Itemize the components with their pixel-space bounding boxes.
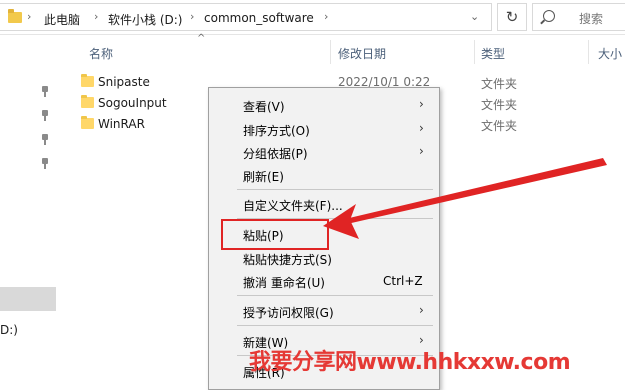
folder-icon [81,74,94,87]
nav-selected-item[interactable] [0,287,56,311]
menu-item-undo-rename[interactable]: 撤消 重命名(U) Ctrl+Z [209,270,439,292]
file-name: Snipaste [98,75,150,89]
refresh-button[interactable]: ↻ [497,3,527,31]
file-name: WinRAR [98,117,145,131]
menu-separator [237,189,433,190]
file-type: 文件夹 [481,77,518,91]
breadcrumb-this-pc[interactable]: 此电脑 [44,11,80,28]
column-header-date[interactable]: 修改日期 [338,45,386,62]
search-placeholder: 搜索 [579,12,604,26]
menu-item-label: 刷新(E) [243,170,284,184]
navigation-pane: D:) [0,35,62,390]
column-divider[interactable] [330,40,331,64]
sort-up-icon: ^ [197,33,206,44]
breadcrumb-common-software[interactable]: common_software [204,11,314,25]
search-input[interactable]: 搜索 [532,3,625,31]
menu-item-label: 分组依据(P) [243,147,308,161]
pin-icon[interactable] [40,110,50,122]
chevron-right-icon: › [419,121,424,135]
pin-icon[interactable] [40,86,50,98]
column-header-name[interactable]: 名称 [89,45,113,62]
column-header-size[interactable]: 大小 [598,45,622,62]
menu-item-refresh[interactable]: 刷新(E) [209,164,439,186]
column-divider[interactable] [474,40,475,64]
search-icon [543,10,555,22]
menu-item-label: 授予访问权限(G) [243,306,334,320]
chevron-right-icon: › [419,303,424,317]
chevron-right-icon[interactable]: › [324,10,328,23]
menu-item-sort[interactable]: 排序方式(O) › [209,118,439,140]
folder-icon [81,116,94,129]
chevron-right-icon[interactable]: › [190,10,194,23]
column-divider[interactable] [588,40,589,64]
chevron-right-icon: › [27,10,32,23]
menu-item-group[interactable]: 分组依据(P) › [209,141,439,163]
address-bar[interactable]: › 此电脑 › 软件小栈 (D:) › common_software › ⌄ [0,3,492,31]
menu-item-paste-shortcut[interactable]: 粘贴快捷方式(S) [209,247,439,269]
folder-icon [81,95,94,108]
breadcrumb-drive-d[interactable]: 软件小栈 (D:) [108,11,182,28]
menu-item-label: 自定义文件夹(F)... [243,199,343,213]
folder-icon [8,9,22,23]
menu-separator [237,295,433,296]
file-explorer-window: › 此电脑 › 软件小栈 (D:) › common_software › ⌄ … [0,0,625,390]
file-type: 文件夹 [481,98,518,112]
menu-item-shortcut: Ctrl+Z [383,274,423,288]
menu-item-grant-access[interactable]: 授予访问权限(G) › [209,300,439,322]
pin-icon[interactable] [40,134,50,146]
menu-item-label: 撤消 重命名(U) [243,276,325,290]
file-name: SogouInput [98,96,167,110]
column-header-type[interactable]: 类型 [481,45,505,62]
menu-item-label: 排序方式(O) [243,124,310,138]
menu-item-customize-folder[interactable]: 自定义文件夹(F)... [209,193,439,215]
nav-item-drive-d[interactable]: D:) [0,323,18,337]
highlight-box [221,219,329,250]
watermark-text: 我要分享网www.hhkxxw.com [249,350,571,375]
menu-item-view[interactable]: 查看(V) › [209,94,439,116]
menu-item-label: 查看(V) [243,100,285,114]
chevron-right-icon: › [419,97,424,111]
chevron-down-icon[interactable]: ⌄ [470,10,479,23]
chevron-right-icon: › [419,144,424,158]
file-type: 文件夹 [481,119,518,133]
chevron-right-icon[interactable]: › [94,10,98,23]
address-bar-row: › 此电脑 › 软件小栈 (D:) › common_software › ⌄ … [0,0,625,35]
menu-separator [237,325,433,326]
menu-item-label: 粘贴快捷方式(S) [243,253,332,267]
refresh-icon: ↻ [505,8,519,26]
pin-icon[interactable] [40,158,50,170]
